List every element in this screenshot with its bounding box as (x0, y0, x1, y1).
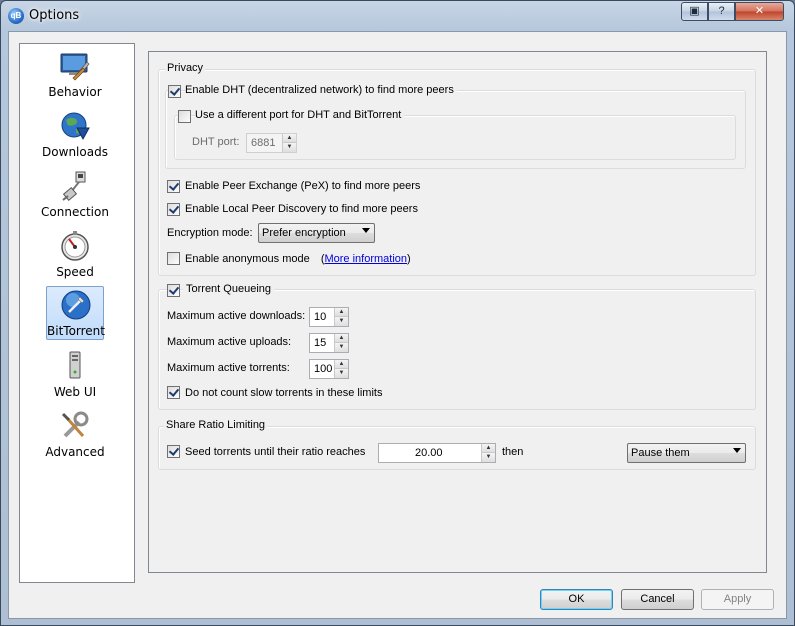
downloads-icon (61, 112, 90, 141)
max-torrents-spinbox[interactable]: 100 ▲ ▼ (309, 359, 349, 379)
options-sidebar: Behavior Downloads Connection Speed BitT… (19, 43, 135, 583)
spin-up-icon[interactable]: ▲ (482, 444, 495, 453)
more-information-link[interactable]: More information (324, 253, 407, 265)
apply-button[interactable]: Apply (701, 589, 774, 610)
anonymous-mode-text: Enable anonymous mode (185, 253, 310, 265)
connection-icon (62, 171, 86, 201)
enable-dht-label: Enable DHT (decentralized network) to fi… (185, 84, 457, 96)
seed-ratio-label: Seed torrents until their ratio reaches (185, 446, 366, 458)
max-downloads-value: 10 (314, 311, 327, 323)
anonymous-mode-checkbox[interactable] (167, 252, 180, 265)
bittorrent-icon (61, 290, 91, 320)
ratio-action-select[interactable]: Pause them (627, 443, 746, 463)
dht-group: Enable DHT (decentralized network) to fi… (165, 84, 746, 169)
advanced-icon (61, 411, 89, 438)
spin-up-icon[interactable]: ▲ (335, 334, 348, 343)
behavior-icon (60, 53, 90, 81)
encryption-mode-value: Prefer encryption (262, 227, 346, 239)
ratio-value-spinbox[interactable]: 20.00 ▲ ▼ (378, 443, 496, 463)
spin-down-icon[interactable]: ▼ (335, 317, 348, 326)
encryption-mode-label: Encryption mode: (167, 227, 253, 239)
restore-button[interactable]: ▣ (681, 2, 708, 21)
max-torrents-value: 100 (314, 363, 333, 375)
enable-pex-label: Enable Peer Exchange (PeX) to find more … (185, 180, 421, 192)
max-torrents-label: Maximum active torrents: (167, 362, 290, 374)
sidebar-item-web-ui[interactable]: Web UI (46, 348, 104, 402)
options-window: qB Options ▣ ? ✕ Behavior Downloads Conn… (0, 0, 795, 626)
spin-up-icon[interactable]: ▲ (335, 308, 348, 317)
then-label: then (502, 446, 524, 458)
spin-down-icon[interactable]: ▼ (335, 343, 348, 352)
sidebar-item-bittorrent[interactable]: BitTorrent (46, 286, 105, 340)
torrent-queueing-title: Torrent Queueing (183, 283, 274, 295)
close-paren: ) (407, 253, 411, 265)
spin-down-icon[interactable]: ▼ (283, 143, 296, 152)
spin-down-icon[interactable]: ▼ (482, 453, 495, 462)
enable-dht-checkbox[interactable] (168, 85, 181, 98)
speed-icon (61, 231, 89, 261)
encryption-mode-select[interactable]: Prefer encryption (258, 223, 375, 243)
dht-port-spinbox[interactable]: 6881 ▲ ▼ (246, 133, 297, 153)
share-ratio-group: Share Ratio Limiting Seed torrents until… (158, 419, 756, 470)
sidebar-item-label: Speed (56, 265, 94, 279)
sidebar-item-downloads[interactable]: Downloads (42, 108, 108, 162)
spin-down-icon[interactable]: ▼ (335, 369, 348, 378)
title-bar[interactable]: qB Options ▣ ? ✕ (1, 1, 794, 31)
spin-up-icon[interactable]: ▲ (283, 134, 296, 143)
max-downloads-spinbox[interactable]: 10 ▲ ▼ (309, 307, 349, 327)
different-port-checkbox[interactable] (178, 110, 191, 123)
help-button[interactable]: ? (708, 2, 735, 21)
ratio-value: 20.00 (415, 447, 443, 459)
sidebar-item-label: Behavior (48, 85, 102, 99)
sidebar-item-label: Advanced (45, 445, 105, 459)
dialog-client-area: Behavior Downloads Connection Speed BitT… (8, 31, 787, 619)
enable-lpd-checkbox[interactable] (167, 203, 180, 216)
max-uploads-spinbox[interactable]: 15 ▲ ▼ (309, 333, 349, 353)
different-port-label: Use a different port for DHT and BitTorr… (195, 109, 405, 121)
sidebar-item-label: Connection (41, 205, 109, 219)
spin-up-icon[interactable]: ▲ (335, 360, 348, 369)
ok-button[interactable]: OK (540, 589, 613, 610)
share-ratio-title: Share Ratio Limiting (164, 419, 268, 431)
max-uploads-label: Maximum active uploads: (167, 336, 292, 348)
dht-port-label: DHT port: (192, 136, 240, 148)
different-port-group: Use a different port for DHT and BitTorr… (174, 109, 736, 160)
app-icon: qB (8, 8, 24, 24)
anonymous-mode-label: Enable anonymous mode (More information) (185, 253, 411, 265)
enable-lpd-label: Enable Local Peer Discovery to find more… (185, 203, 418, 215)
sidebar-item-behavior[interactable]: Behavior (46, 48, 104, 102)
slow-torrents-label: Do not count slow torrents in these limi… (185, 387, 383, 399)
window-title: Options (29, 8, 80, 23)
sidebar-item-label: Web UI (53, 385, 97, 399)
sidebar-item-speed[interactable]: Speed (46, 228, 104, 282)
webui-icon (69, 351, 81, 379)
seed-ratio-checkbox[interactable] (167, 445, 180, 458)
enable-pex-checkbox[interactable] (167, 180, 180, 193)
max-downloads-label: Maximum active downloads: (167, 310, 306, 322)
chevron-down-icon (362, 228, 370, 233)
sidebar-item-label: BitTorrent (47, 324, 105, 338)
bittorrent-options-panel: Privacy Enable DHT (decentralized networ… (148, 51, 767, 573)
sidebar-item-label: Downloads (42, 145, 108, 159)
cancel-button[interactable]: Cancel (621, 589, 694, 610)
sidebar-item-connection[interactable]: Connection (41, 168, 109, 222)
slow-torrents-checkbox[interactable] (167, 386, 180, 399)
chevron-down-icon (733, 448, 741, 453)
privacy-group-title: Privacy (165, 62, 206, 74)
ratio-action-value: Pause them (631, 447, 690, 459)
max-uploads-value: 15 (314, 337, 327, 349)
torrent-queueing-group: Torrent Queueing Maximum active download… (158, 283, 756, 410)
torrent-queueing-checkbox[interactable] (167, 284, 180, 297)
sidebar-item-advanced[interactable]: Advanced (45, 408, 105, 462)
dht-port-value: 6881 (251, 137, 276, 149)
close-button[interactable]: ✕ (735, 2, 784, 21)
privacy-group: Privacy Enable DHT (decentralized networ… (158, 62, 756, 276)
